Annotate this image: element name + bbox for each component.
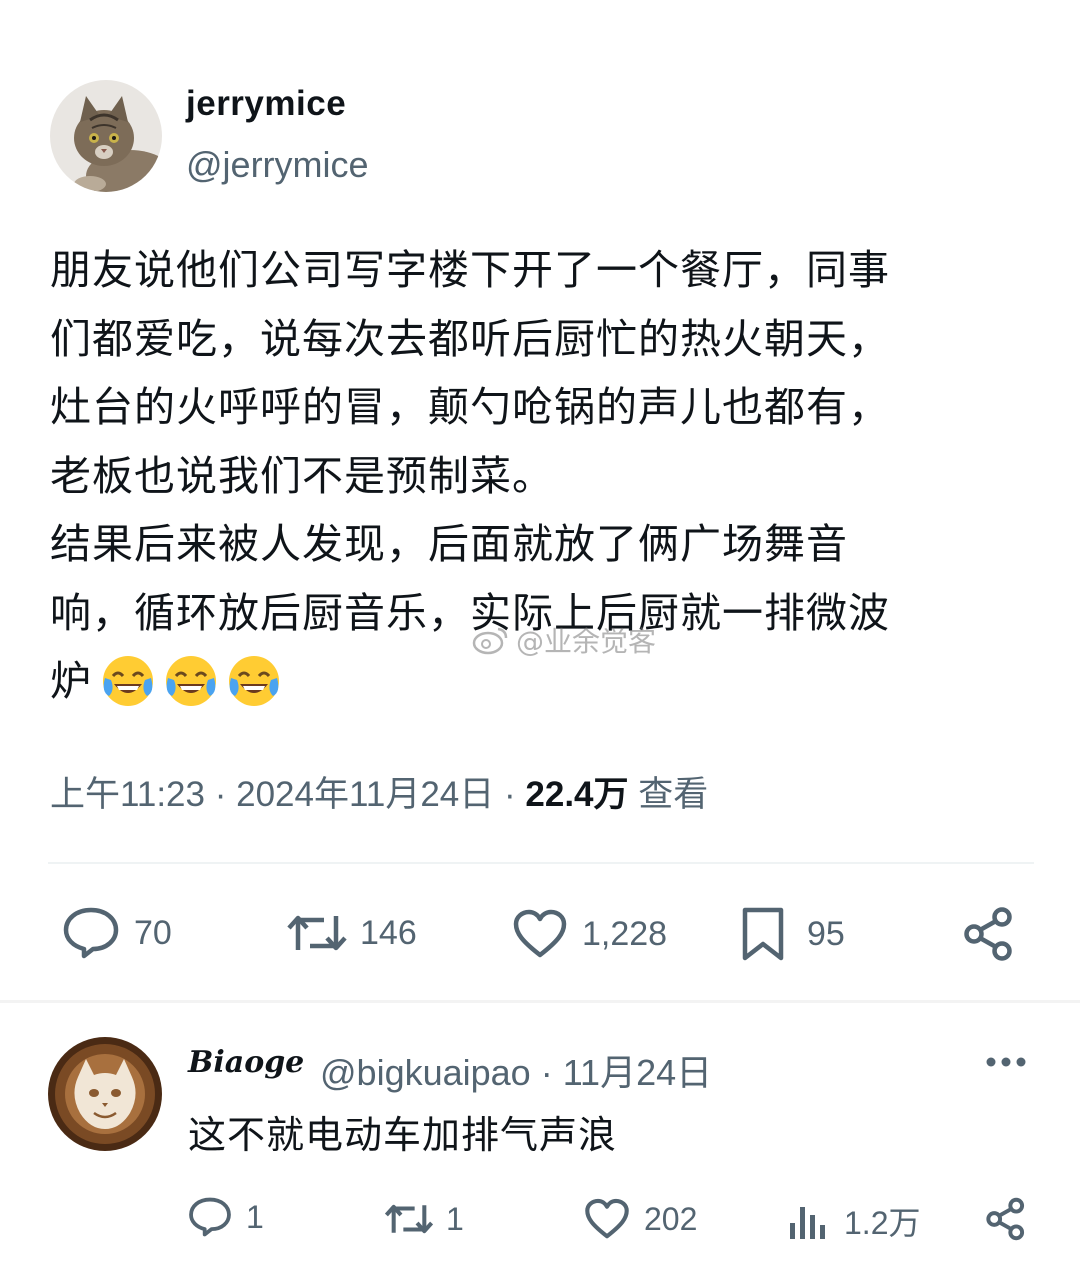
like-button[interactable]: 1,228: [512, 909, 667, 959]
heart-icon: [585, 1198, 629, 1239]
bookmark-count: 95: [807, 914, 845, 953]
reply-date[interactable]: · 11月24日: [541, 1052, 712, 1093]
meta-separator: ·: [504, 775, 516, 814]
author-avatar[interactable]: [50, 80, 162, 192]
weibo-watermark: @业余觉客: [472, 620, 656, 660]
share-button[interactable]: [962, 906, 1016, 962]
reply-meta: @bigkuaipao · 11月24日: [320, 1044, 712, 1096]
reply-button[interactable]: 70: [62, 906, 172, 960]
reply-reply-count: 1: [246, 1198, 264, 1235]
reply-reply-button[interactable]: 1: [188, 1196, 264, 1238]
reply-retweet-count: 1: [446, 1200, 464, 1237]
author-name[interactable]: jerrymice: [186, 84, 346, 124]
post-time[interactable]: 上午11:23: [50, 775, 205, 814]
comment-icon: [63, 907, 119, 959]
reply-author-name[interactable]: Biaoge: [188, 1045, 304, 1080]
face-with-tears-of-joy-icon: [166, 656, 216, 706]
more-dots-icon: [986, 1057, 1026, 1067]
reply-like-button[interactable]: 202: [584, 1198, 697, 1240]
retweet-count: 146: [360, 913, 417, 952]
reply-like-count: 202: [644, 1200, 698, 1237]
weibo-logo-icon: [472, 627, 508, 655]
bookmark-button[interactable]: 95: [741, 906, 845, 962]
reply-text: 这不就电动车加排气声浪: [188, 1113, 618, 1157]
post-meta: 上午11:23 · 2024年11月24日 · 22.4万 查看: [50, 766, 708, 817]
watermark-text: @业余觉客: [516, 625, 657, 658]
reply-count: 70: [134, 913, 172, 952]
reply-author-handle[interactable]: @bigkuaipao: [320, 1052, 531, 1093]
reply-share-button[interactable]: [984, 1197, 1028, 1241]
bookmark-icon: [742, 907, 784, 961]
face-with-tears-of-joy-icon: [103, 656, 153, 706]
meta-separator: ·: [214, 775, 227, 814]
like-count: 1,228: [582, 914, 668, 953]
more-options-button[interactable]: [984, 1052, 1028, 1072]
author-handle[interactable]: @jerrymice: [186, 144, 369, 186]
emoji-row: [99, 652, 283, 710]
retweet-button[interactable]: 146: [286, 910, 417, 956]
heart-icon: [513, 909, 567, 958]
latte-art-avatar-icon: [48, 1037, 162, 1151]
cat-avatar-icon: [50, 80, 162, 192]
analytics-bars-icon: [790, 1207, 825, 1239]
divider: [48, 862, 1034, 864]
view-count: 22.4万: [525, 775, 629, 814]
retweet-icon: [384, 1204, 434, 1234]
reply-author-avatar[interactable]: [48, 1037, 162, 1151]
post-date[interactable]: 2024年11月24日: [236, 775, 494, 814]
comment-icon: [189, 1197, 231, 1237]
reply-views-button[interactable]: 1.2万: [788, 1198, 921, 1244]
reply-retweet-button[interactable]: 1: [384, 1200, 464, 1238]
reply-view-count: 1.2万: [844, 1205, 921, 1241]
face-with-tears-of-joy-icon: [229, 656, 279, 706]
share-icon: [964, 907, 1012, 961]
retweet-icon: [287, 915, 347, 951]
views-label: 查看: [638, 775, 709, 814]
share-icon: [986, 1197, 1025, 1241]
